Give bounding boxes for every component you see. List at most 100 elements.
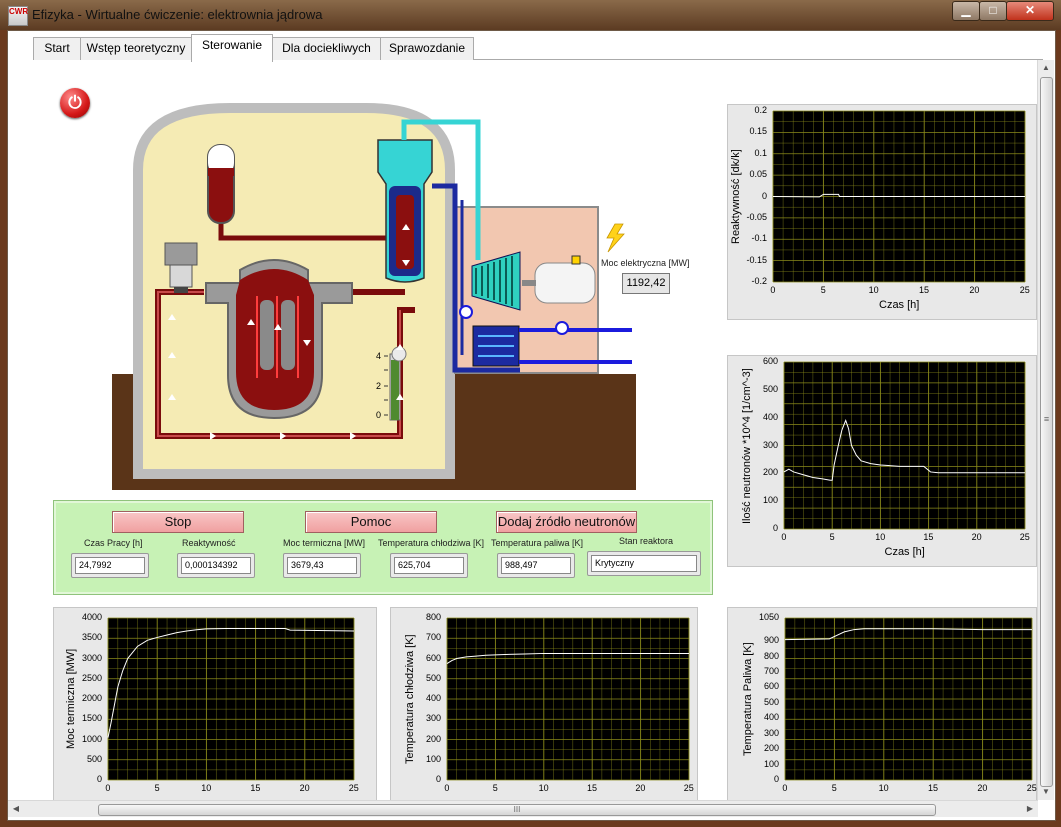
y-tick-label: 3000: [81, 652, 102, 663]
x-tick-label: 10: [875, 532, 886, 542]
x-tick-label: 25: [348, 783, 359, 793]
gauge-tick-0: 0: [376, 410, 381, 420]
x-tick-label: 10: [201, 783, 212, 793]
reactivity-field: 0,000134392: [177, 553, 255, 578]
fuel-temp-field: 988,497: [497, 553, 575, 578]
y-tick-label: 700: [763, 666, 779, 676]
thermal-power-value: 3679,43: [287, 557, 357, 574]
y-tick-label: 400: [762, 411, 778, 422]
y-tick-label: 200: [763, 743, 779, 754]
y-tick-label: 0.15: [749, 126, 767, 137]
thermal-power-graph: 0 5 10 15 20 25 4000 3500 3000 2500 2000 1500 1000 50…: [53, 607, 377, 802]
y-tick-label: 100: [763, 758, 779, 769]
x-tick-label: 0: [105, 783, 111, 793]
runtime-field: 24,7992: [71, 553, 149, 578]
y-tick-label: 0: [772, 523, 778, 533]
y-tick-label: 0.2: [754, 105, 767, 115]
neutrons-y-axis-label: Ilość neutronów *10^4 [1/cm^-3]: [741, 367, 753, 524]
reactivity-x-axis-label: Czas [h]: [879, 299, 920, 311]
neutrons-x-axis-label: Czas [h]: [884, 546, 925, 558]
tab-theory[interactable]: Wstęp teoretyczny: [80, 37, 192, 60]
runtime-label: Czas Pracy [h]: [84, 538, 143, 548]
x-tick-label: 0: [444, 783, 450, 793]
close-button[interactable]: ✕: [1006, 1, 1054, 21]
pump-icon: [555, 321, 569, 335]
x-tick-label: 5: [820, 285, 826, 295]
x-tick-label: 10: [868, 285, 879, 295]
tab-report[interactable]: Sprawozdanie: [380, 37, 474, 60]
y-tick-label: 0: [773, 774, 779, 784]
y-tick-label: 700: [425, 632, 441, 643]
reactor-state-field: Krytyczny: [587, 551, 701, 576]
coolant-temp-label: Temperatura chłodziwa [K]: [378, 538, 485, 548]
neutron-graph: 0 5 10 15 20 25 600 500 400 300 200 100 0 Ilość neutr…: [727, 355, 1037, 567]
y-tick-label: 0: [435, 774, 441, 784]
generator: [534, 262, 596, 304]
scroll-right-arrow[interactable]: ▶: [1022, 801, 1038, 817]
x-tick-label: 0: [781, 532, 787, 542]
x-tick-label: 25: [1019, 532, 1030, 542]
coolant-temp-y-axis-label: Temperatura chłodziwa [K]: [404, 634, 416, 764]
x-tick-label: 20: [971, 532, 982, 542]
x-tick-label: 15: [587, 783, 598, 793]
y-tick-label: 800: [425, 612, 441, 622]
x-tick-label: 0: [770, 285, 776, 295]
vertical-scroll-thumb[interactable]: ≡: [1040, 77, 1053, 787]
y-tick-label: 0.1: [754, 147, 767, 158]
add-neutron-source-button[interactable]: Dodaj źródło neutronów: [496, 511, 637, 533]
help-button[interactable]: Pomoc: [305, 511, 437, 533]
y-tick-label: -0.15: [746, 254, 767, 265]
x-tick-label: 25: [1019, 285, 1030, 295]
maximize-button[interactable]: □: [979, 1, 1007, 21]
y-tick-label: 200: [762, 467, 778, 478]
scroll-left-arrow[interactable]: ◀: [8, 801, 24, 817]
y-tick-label: 0: [761, 190, 767, 201]
x-tick-label: 10: [878, 783, 889, 793]
horizontal-scrollbar[interactable]: ◀ III ▶: [8, 800, 1038, 817]
scroll-down-arrow[interactable]: ▼: [1038, 784, 1054, 800]
x-tick-label: 25: [1026, 783, 1037, 793]
x-tick-label: 10: [538, 783, 549, 793]
y-tick-label: 600: [763, 681, 779, 692]
y-tick-label: 300: [425, 713, 441, 724]
x-tick-label: 5: [829, 532, 835, 542]
y-tick-label: 500: [762, 383, 778, 394]
y-tick-label: 0: [96, 774, 102, 784]
x-tick-label: 20: [299, 783, 310, 793]
tab-control[interactable]: Sterowanie: [191, 34, 273, 62]
gauge-tick-2: 2: [376, 381, 381, 391]
tab-start[interactable]: Start: [33, 37, 81, 60]
x-tick-label: 20: [977, 783, 988, 793]
y-tick-label: 1000: [81, 733, 102, 744]
power-icon[interactable]: ⏻: [60, 88, 90, 118]
control-panel: Stop Pomoc Dodaj źródło neutronów Czas P…: [53, 500, 713, 595]
y-tick-label: 1050: [758, 612, 779, 622]
y-tick-label: 100: [425, 753, 441, 764]
coolant-temp-graph: 0 5 10 15 20 25 800 700 600 500 400 300 200 100 0 Tempe…: [390, 607, 698, 802]
y-tick-label: 3500: [81, 632, 102, 643]
y-tick-label: 500: [425, 672, 441, 683]
vertical-scrollbar[interactable]: ▲ ≡ ▼: [1037, 60, 1054, 800]
x-tick-label: 5: [154, 783, 160, 793]
x-tick-label: 15: [923, 532, 934, 542]
reactor-state-value: Krytyczny: [591, 555, 697, 572]
y-tick-label: 600: [425, 652, 441, 663]
reactivity-value: 0,000134392: [181, 557, 251, 574]
y-tick-label: 200: [425, 733, 441, 744]
thermal-power-plot: [107, 617, 355, 781]
x-tick-label: 15: [250, 783, 261, 793]
stop-button[interactable]: Stop: [112, 511, 244, 533]
y-tick-label: 500: [763, 696, 779, 707]
horizontal-scroll-thumb[interactable]: III: [98, 804, 936, 816]
tab-for-curious[interactable]: Dla dociekliwych: [272, 37, 381, 60]
lightning-icon: [606, 223, 625, 253]
y-tick-label: 2000: [81, 693, 102, 703]
y-tick-label: -0.05: [746, 211, 767, 222]
gauge-tick-4: 4: [376, 351, 381, 361]
scroll-up-arrow[interactable]: ▲: [1038, 60, 1054, 76]
x-tick-label: 15: [919, 285, 930, 295]
reactivity-y-axis-label: Reaktywność [dk/k]: [730, 149, 742, 244]
minimize-button[interactable]: ▁: [952, 1, 980, 21]
x-tick-label: 15: [928, 783, 939, 793]
thermal-power-label: Moc termiczna [MW]: [283, 538, 366, 548]
